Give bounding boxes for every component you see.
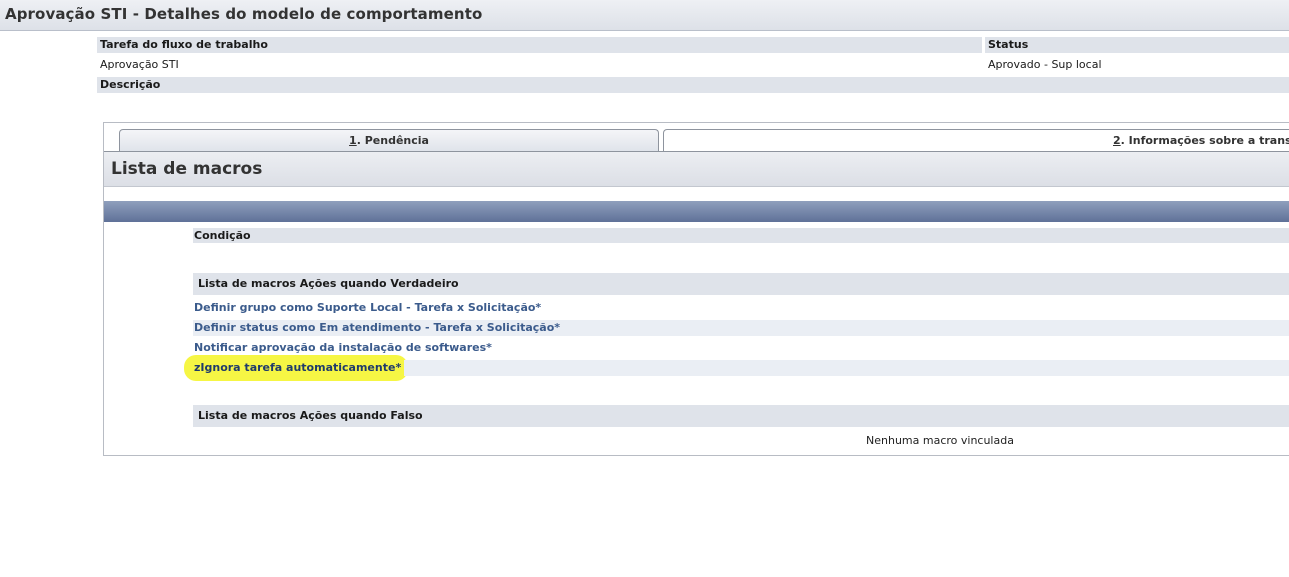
tab-pendencia-label: . Pendência	[356, 134, 429, 147]
task-value: Aprovação STI	[100, 58, 179, 71]
empty-message: Nenhuma macro vinculada	[866, 434, 1014, 447]
true-actions-header: Lista de macros Ações quando Verdadeiro	[193, 273, 1289, 295]
description-label: Descrição	[97, 77, 1289, 93]
row-stripe	[404, 360, 1289, 376]
tab-pendencia-key: 1	[349, 134, 357, 147]
tab-informacoes-key: 2	[1113, 134, 1121, 147]
section-bar	[104, 201, 1289, 222]
status-value: Aprovado - Sup local	[988, 58, 1102, 71]
macro-link[interactable]: Definir grupo como Suporte Local - Taref…	[193, 300, 1289, 316]
condition-label: Condição	[193, 228, 1289, 243]
page-title-bar: Aprovação STI - Detalhes do modelo de co…	[0, 0, 1289, 31]
false-actions-header: Lista de macros Ações quando Falso	[193, 405, 1289, 427]
task-label: Tarefa do fluxo de trabalho	[97, 37, 982, 53]
page-title: Aprovação STI - Detalhes do modelo de co…	[5, 5, 483, 23]
section-header: Lista de macros	[104, 152, 1289, 187]
macros-panel: 1. Pendência 2. Informações sobre a tran…	[103, 122, 1289, 456]
tab-informacoes[interactable]: 2. Informações sobre a trans	[663, 129, 1289, 152]
status-label: Status	[985, 37, 1289, 53]
section-title: Lista de macros	[111, 159, 263, 179]
tab-pendencia[interactable]: 1. Pendência	[119, 129, 659, 152]
tab-informacoes-label: . Informações sobre a trans	[1120, 134, 1289, 147]
macro-link[interactable]: Notificar aprovação da instalação de sof…	[193, 340, 1289, 356]
macro-link[interactable]: Definir status como Em atendimento - Tar…	[193, 320, 1289, 336]
